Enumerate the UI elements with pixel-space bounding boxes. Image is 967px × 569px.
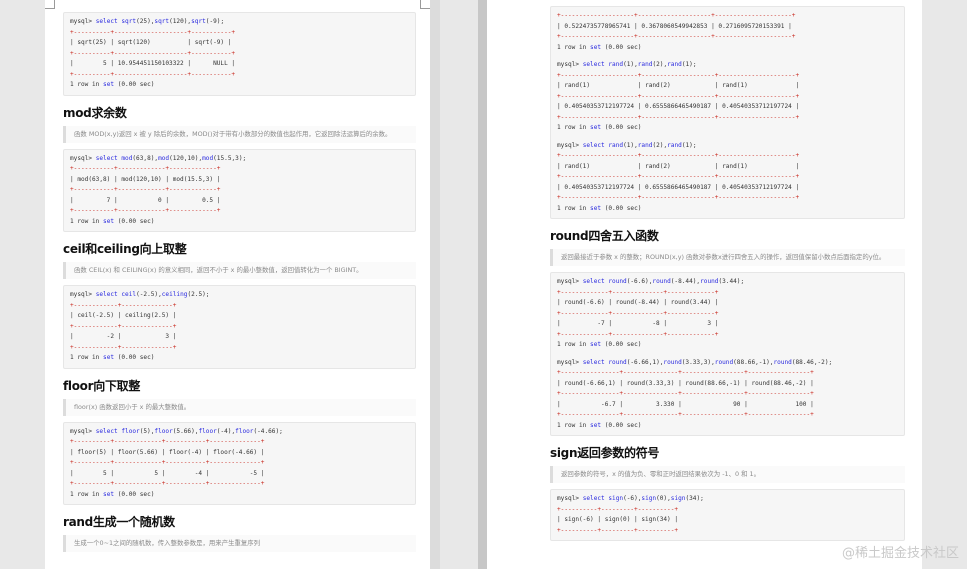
result-line: | round(-6.66,1) | round(3.33,3) | round… (557, 379, 814, 387)
table-border-line: +------------+--------------+ (70, 343, 177, 351)
table-border-line: +---------------------+-----------------… (557, 173, 800, 180)
sql-command-line: mysql> select rand(1),rand(2),rand(1); (557, 141, 697, 149)
table-border-line: +----------+---------+----------+ (557, 505, 679, 513)
result-line: | 5 | 10.954451150103322 | NULL | (70, 60, 236, 67)
table-border-line: +----------------+---------------+------… (557, 369, 814, 376)
result-line: 1 row in set (0.00 sec) (557, 341, 642, 348)
page-corner-mark (420, 0, 430, 9)
heading-rand: rand生成一个随机数 (63, 515, 175, 529)
code-block-ceil: mysql> select ceil(-2.5),ceiling(2.5); +-… (63, 285, 416, 369)
table-border-line: +-------------+--------------+----------… (557, 330, 719, 338)
result-line: | sqrt(25) | sqrt(120) | sqrt(-9) | (70, 39, 232, 46)
sql-command-line: mysql> select sign(-6),sign(0),sign(34); (557, 495, 704, 502)
code-block-sqrt: mysql> select sqrt(25),sqrt(120),sqrt(-9… (63, 12, 416, 96)
result-line: 1 row in set (0.00 sec) (70, 81, 155, 88)
result-line: 1 row in set (0.00 sec) (557, 124, 642, 131)
left-column: mysql> select sqrt(25),sqrt(120),sqrt(-9… (63, 0, 416, 558)
table-border-line: +----------------+---------------+------… (557, 411, 814, 418)
code-block-sign: mysql> select sign(-6),sign(0),sign(34);… (550, 489, 905, 541)
result-line: | sign(-6) | sign(0) | sign(34) | (557, 516, 679, 523)
heading-mod: mod求余数 (63, 105, 127, 120)
description-ceil: 函数 CEIL(x) 和 CEILING(x) 的意义相同，返回不小于 x 的最… (63, 262, 416, 279)
page-corner-mark (45, 0, 55, 9)
result-line: | ceil(-2.5) | ceiling(2.5) | (70, 312, 177, 319)
result-line: | 7 | 0 | 0.5 | (70, 196, 221, 204)
result-line: | 0.40540353712197724 | 0.65558664654901… (557, 183, 800, 191)
code-block-floor: mysql> select floor(5),floor(5.66),floor… (63, 421, 416, 505)
code-block-round: mysql> select round(-6.6),round(-8.44),r… (550, 272, 905, 436)
table-border-line: +-----------+-------------+-------------… (70, 186, 221, 193)
result-line: | floor(5) | floor(5.66) | floor(-4) | f… (70, 448, 265, 456)
heading-round: round四舍五入函数 (550, 229, 659, 243)
table-border-line: +------------+--------------+ (70, 322, 177, 330)
result-line: | rand(1) | rand(2) | rand(1) | (557, 82, 800, 89)
sql-command-line: mysql> select round(-6.6),round(-8.44),r… (557, 278, 745, 285)
result-line: | 5 | 5 | -4 | -5 | (70, 469, 265, 477)
sql-command-line: mysql> select round(-6.66,1),round(3.33,… (557, 358, 833, 366)
table-border-line: +---------------------+-----------------… (557, 194, 800, 201)
heading-sign: sign返回参数的符号 (550, 446, 660, 460)
result-line: 1 row in set (0.00 sec) (70, 354, 155, 361)
description-mod: 函数 MOD(x,y)返回 x 被 y 除后的余数，MOD()对于带有小数部分的… (63, 125, 416, 143)
table-border-line: +----------------+---------------+------… (557, 390, 814, 397)
result-line: 1 row in set (0.00 sec) (557, 421, 642, 429)
page-gutter-left (430, 0, 440, 569)
result-line: | 0.40540353712197724 | 0.65558664654901… (557, 103, 800, 110)
table-border-line: +----------+---------+----------+ (557, 526, 679, 534)
description-round: 返回最接近于参数 x 的整数；ROUND(x,y) 函数对参数x进行四舍五入的操… (550, 249, 905, 266)
result-line: 1 row in set (0.00 sec) (70, 217, 155, 225)
page-gutter-right (478, 0, 487, 569)
sql-command-line: mysql> select sqrt(25),sqrt(120),sqrt(-9… (70, 18, 225, 25)
left-page: mysql> select sqrt(25),sqrt(120),sqrt(-9… (45, 0, 430, 569)
table-border-line: +-------------+--------------+----------… (557, 309, 719, 317)
table-border-line: +--------------------+------------------… (557, 33, 796, 40)
description-floor: floor(x) 函数返回小于 x 的最大整数值。 (63, 398, 416, 416)
table-border-line: +----------+--------------------+-------… (70, 49, 236, 57)
table-border-line: +----------+--------------------+-------… (70, 70, 236, 78)
description-sign: 返回参数的符号，x 的值为负、零和正时返回结果依次为 -1、0 和 1。 (550, 466, 905, 483)
description-rand: 生成一个0~1之间的随机数，传入整数参数是，用来产生重复序列 (63, 535, 416, 552)
result-line: 1 row in set (0.00 sec) (557, 43, 642, 51)
table-border-line: +-----------+-------------+-------------… (70, 165, 221, 172)
table-border-line: +--------------------+------------------… (557, 12, 796, 19)
table-border-line: +----------+--------------------+-------… (70, 28, 236, 36)
table-border-line: +---------------------+-----------------… (557, 92, 800, 100)
right-page: +--------------------+------------------… (487, 0, 922, 569)
table-border-line: +----------+-------------+-----------+--… (70, 438, 265, 445)
result-line: | -7 | -8 | 3 | (557, 320, 719, 327)
table-border-line: +---------------------+-----------------… (557, 71, 800, 79)
right-column: +--------------------+------------------… (550, 0, 905, 547)
result-line: | 0.5224735778965741 | 0.367806054994285… (557, 22, 792, 30)
result-line: | -6.7 | 3.330 | 90 | 100 | (557, 400, 814, 408)
table-border-line: +-----------+-------------+-------------… (70, 207, 221, 214)
code-block-mod: mysql> select mod(63,8),mod(120,10),mod(… (63, 148, 416, 232)
sql-command-line: mysql> select rand(1),rand(2),rand(1); (557, 61, 697, 68)
sql-command-line: mysql> select ceil(-2.5),ceiling(2.5); (70, 291, 210, 298)
result-line: 1 row in set (0.00 sec) (557, 204, 642, 212)
result-line: | rand(1) | rand(2) | rand(1) | (557, 162, 800, 170)
table-border-line: +----------+-------------+-----------+--… (70, 459, 265, 466)
table-border-line: +---------------------+-----------------… (557, 113, 800, 121)
table-border-line: +---------------------+-----------------… (557, 152, 800, 159)
table-border-line: +-------------+--------------+----------… (557, 288, 719, 296)
heading-ceil: ceil和ceiling向上取整 (63, 242, 187, 256)
table-border-line: +----------+-------------+-----------+--… (70, 480, 265, 487)
watermark-text: @稀土掘金技术社区 (841, 546, 959, 561)
result-line: 1 row in set (0.00 sec) (70, 490, 155, 498)
result-line: | round(-6.6) | round(-8.44) | round(3.4… (557, 299, 719, 306)
result-line: | mod(63,8) | mod(120,10) | mod(15.5,3) … (70, 175, 221, 183)
table-border-line: +------------+--------------+ (70, 301, 177, 309)
result-line: | -2 | 3 | (70, 333, 177, 340)
heading-floor: floor向下取整 (63, 378, 141, 393)
sql-command-line: mysql> select mod(63,8),mod(120,10),mod(… (70, 154, 247, 162)
sql-command-line: mysql> select floor(5),floor(5.66),floor… (70, 427, 283, 435)
code-block-rand: +--------------------+------------------… (550, 6, 905, 219)
